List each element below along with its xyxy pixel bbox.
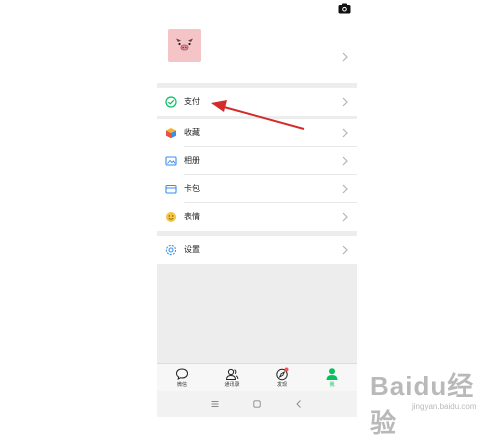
camera-icon[interactable] — [338, 3, 351, 14]
notification-dot — [284, 367, 289, 372]
baidu-watermark: Baidu经验 jingyan.baidu.com — [362, 364, 498, 438]
compass-icon — [276, 367, 289, 381]
menu-item-settings[interactable]: 设置 — [157, 236, 357, 264]
menu-icon[interactable] — [208, 397, 222, 411]
chevron-right-icon — [342, 52, 348, 62]
tab-label: 我 — [329, 382, 335, 388]
menu-item-stickers[interactable]: 表情 — [157, 203, 357, 231]
pay-icon — [165, 96, 177, 108]
tab-contacts[interactable]: 通讯录 — [207, 364, 257, 392]
chevron-right-icon — [342, 212, 348, 222]
menu-item-favorites[interactable]: 收藏 — [157, 119, 357, 147]
wechat-me-screen: 支付 收藏 相册 卡包 表情 设置 微信 通讯录 发现 我 — [157, 0, 357, 417]
chevron-right-icon — [342, 245, 348, 255]
menu-item-album[interactable]: 相册 — [157, 147, 357, 175]
profile-header[interactable] — [157, 0, 357, 83]
tab-label: 通讯录 — [224, 382, 240, 388]
settings-section: 设置 — [157, 236, 357, 264]
menu-item-label: 支付 — [184, 97, 200, 106]
menu-item-label: 设置 — [184, 245, 200, 254]
menu-item-cards[interactable]: 卡包 — [157, 175, 357, 203]
menu-item-label: 相册 — [184, 156, 200, 165]
system-nav-bar — [157, 391, 357, 417]
chevron-right-icon — [342, 156, 348, 166]
contacts-icon — [225, 368, 239, 380]
bottom-tab-bar: 微信 通讯录 发现 我 — [157, 363, 357, 392]
gear-icon — [165, 244, 177, 256]
home-icon[interactable] — [250, 397, 264, 411]
tab-label: 微信 — [176, 382, 187, 388]
back-icon[interactable] — [292, 397, 306, 411]
tab-label: 发现 — [276, 382, 287, 388]
watermark-url: jingyan.baidu.com — [412, 402, 477, 411]
tab-me[interactable]: 我 — [307, 364, 357, 392]
chevron-right-icon — [342, 184, 348, 194]
tab-chats[interactable]: 微信 — [157, 364, 207, 392]
menu-item-label: 收藏 — [184, 128, 200, 137]
pay-section: 支付 — [157, 88, 357, 116]
avatar[interactable] — [168, 29, 201, 62]
chat-bubble-icon — [175, 368, 189, 380]
tab-discover[interactable]: 发现 — [257, 364, 307, 392]
person-icon — [326, 368, 338, 380]
menu-item-label: 卡包 — [184, 184, 200, 193]
menu-item-pay[interactable]: 支付 — [157, 88, 357, 116]
card-wallet-icon — [165, 184, 177, 194]
features-section: 收藏 相册 卡包 表情 — [157, 119, 357, 231]
favorites-cube-icon — [166, 128, 176, 139]
chevron-right-icon — [342, 128, 348, 138]
album-icon — [165, 156, 177, 166]
smiley-icon — [166, 212, 176, 222]
pig-face-icon — [176, 38, 193, 51]
chevron-right-icon — [342, 97, 348, 107]
menu-item-label: 表情 — [184, 212, 200, 221]
